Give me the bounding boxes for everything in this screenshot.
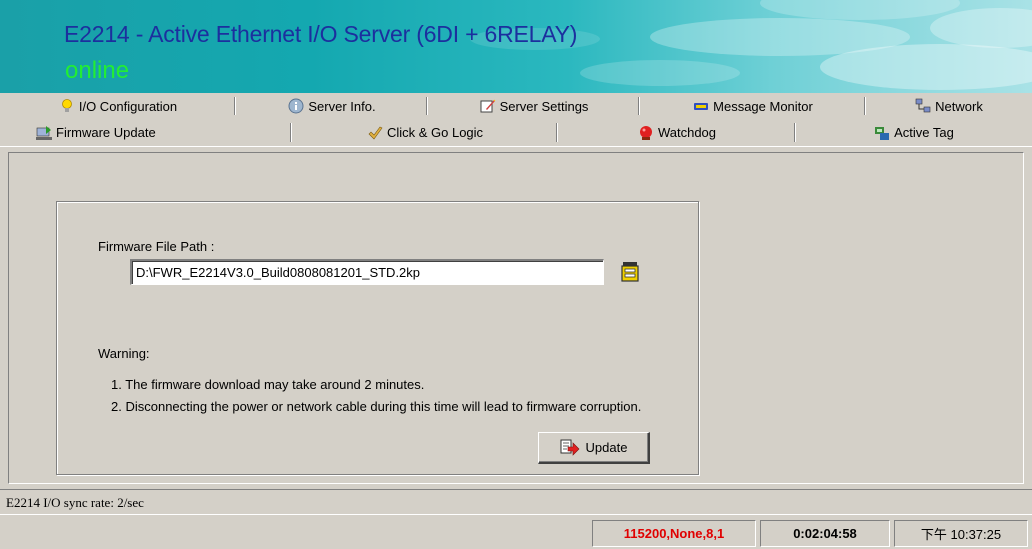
- settings-pen-icon: [480, 98, 496, 114]
- banner-decoration: [580, 60, 740, 86]
- network-icon: [915, 98, 931, 114]
- tab-label: Server Settings: [499, 98, 589, 114]
- banner-decoration: [820, 44, 1032, 90]
- tab-label: Watchdog: [657, 125, 717, 140]
- tab-row-2: Firmware Update Click & Go Logic Watchdo…: [0, 119, 1032, 147]
- tab-label: Message Monitor: [713, 98, 813, 114]
- warning-title: Warning:: [98, 346, 150, 361]
- status-bar: 115200,None,8,1 0:02:04:58 下午 10:37:25: [0, 517, 1032, 549]
- tab-watchdog[interactable]: Watchdog: [558, 119, 796, 146]
- update-button[interactable]: Update: [538, 432, 650, 464]
- tab-label: Network: [935, 98, 983, 114]
- device-title: E2214 - Active Ethernet I/O Server (6DI …: [64, 21, 578, 47]
- banner-decoration: [930, 8, 1032, 48]
- tab-message-monitor[interactable]: Message Monitor: [640, 93, 866, 119]
- message-monitor-icon: [693, 98, 709, 114]
- firmware-path-input[interactable]: D:\FWR_E2214V3.0_Build0808081201_STD.2kp: [130, 259, 604, 285]
- update-button-label: Update: [585, 440, 628, 455]
- tab-row-1: I/O Configuration Server Info. Server Se…: [0, 93, 1032, 119]
- tab-label: Server Info.: [308, 98, 376, 114]
- lightbulb-icon: [59, 98, 75, 114]
- browse-folder-icon[interactable]: [620, 261, 640, 283]
- banner-decoration: [760, 0, 960, 20]
- active-tag-icon: [874, 125, 890, 141]
- warning-item: 1. The firmware download may take around…: [111, 377, 425, 392]
- tab-io-configuration[interactable]: I/O Configuration: [0, 93, 236, 119]
- tab-network[interactable]: Network: [866, 93, 1032, 119]
- header-banner: E2214 - Active Ethernet I/O Server (6DI …: [0, 0, 1032, 93]
- system-clock: 下午 10:37:25: [894, 520, 1028, 547]
- tab-label: Active Tag: [894, 125, 954, 140]
- sync-rate-bar: E2214 I/O sync rate: 2/sec: [0, 489, 1032, 515]
- tab-label: Firmware Update: [56, 125, 156, 140]
- serial-port-settings: 115200,None,8,1: [592, 520, 756, 547]
- firmware-path-label: Firmware File Path :: [98, 239, 215, 254]
- tab-firmware-update[interactable]: Firmware Update: [0, 119, 292, 146]
- tab-active-tag[interactable]: Active Tag: [796, 119, 1032, 146]
- connection-status: online: [65, 57, 130, 84]
- tab-label: I/O Configuration: [78, 98, 178, 114]
- watchdog-icon: [638, 125, 654, 141]
- elapsed-time: 0:02:04:58: [760, 520, 890, 547]
- info-icon: [288, 98, 304, 114]
- update-arrow-icon: [560, 439, 580, 457]
- tab-label: Click & Go Logic: [386, 125, 484, 140]
- hand-logic-icon: [367, 125, 383, 141]
- tab-server-settings[interactable]: Server Settings: [428, 93, 640, 119]
- sync-rate-text: E2214 I/O sync rate: 2/sec: [6, 495, 144, 510]
- tab-server-info[interactable]: Server Info.: [236, 93, 428, 119]
- warning-item: 2. Disconnecting the power or network ca…: [111, 399, 642, 414]
- tab-click-go-logic[interactable]: Click & Go Logic: [292, 119, 558, 146]
- firmware-update-icon: [36, 125, 52, 141]
